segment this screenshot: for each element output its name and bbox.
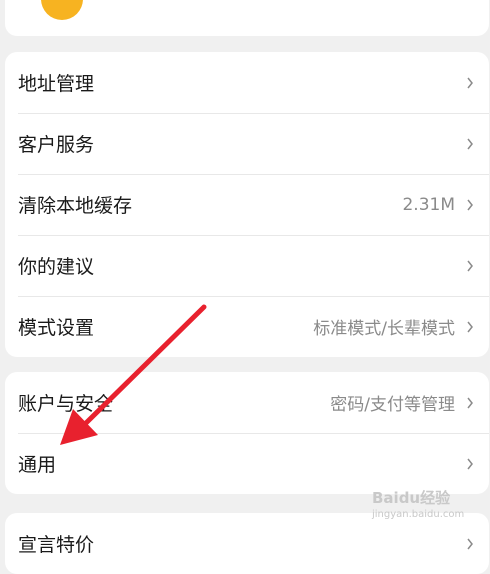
menu-item-value: 密码/支付等管理 <box>330 395 455 415</box>
menu-item-special-offer[interactable]: 宣言特价 <box>5 513 489 574</box>
avatar[interactable] <box>41 0 83 20</box>
menu-item-label: 模式设置 <box>18 317 95 339</box>
settings-group-2: 账户与安全 密码/支付等管理 通用 <box>5 372 489 494</box>
menu-item-account-security[interactable]: 账户与安全 密码/支付等管理 <box>5 372 489 433</box>
chevron-right-icon <box>467 138 473 149</box>
menu-item-clear-cache[interactable]: 清除本地缓存 2.31M <box>5 174 489 235</box>
menu-item-label: 地址管理 <box>18 73 95 95</box>
mode-value: 标准模式/长辈模式 <box>313 319 455 339</box>
chevron-right-icon <box>467 321 473 332</box>
menu-item-customer-service[interactable]: 客户服务 <box>5 113 489 174</box>
menu-item-label: 客户服务 <box>18 134 95 156</box>
chevron-right-icon <box>467 538 473 549</box>
profile-card-partial <box>5 0 489 36</box>
menu-item-label: 清除本地缓存 <box>18 195 133 217</box>
settings-group-1: 地址管理 客户服务 清除本地缓存 2.31M 你的建议 模式设置 标准模式/长辈… <box>5 52 489 357</box>
menu-item-feedback[interactable]: 你的建议 <box>5 235 489 296</box>
settings-group-3: 宣言特价 <box>5 513 489 574</box>
chevron-right-icon <box>467 397 473 408</box>
menu-item-label: 通用 <box>18 454 57 476</box>
menu-item-general[interactable]: 通用 <box>5 433 489 494</box>
menu-item-label: 你的建议 <box>18 256 95 278</box>
menu-item-address[interactable]: 地址管理 <box>5 52 489 113</box>
chevron-right-icon <box>467 199 473 210</box>
cache-size-value: 2.31M <box>402 194 455 215</box>
menu-item-label: 账户与安全 <box>18 393 114 415</box>
menu-item-mode-settings[interactable]: 模式设置 标准模式/长辈模式 <box>5 296 489 357</box>
menu-item-label: 宣言特价 <box>18 534 95 556</box>
chevron-right-icon <box>467 77 473 88</box>
watermark-url: jingyan.baidu.com <box>372 509 465 520</box>
watermark-brand: Baidu经验 <box>372 489 451 507</box>
chevron-right-icon <box>467 260 473 271</box>
chevron-right-icon <box>467 458 473 469</box>
baidu-watermark: Baidu经验 jingyan.baidu.com <box>372 487 464 520</box>
